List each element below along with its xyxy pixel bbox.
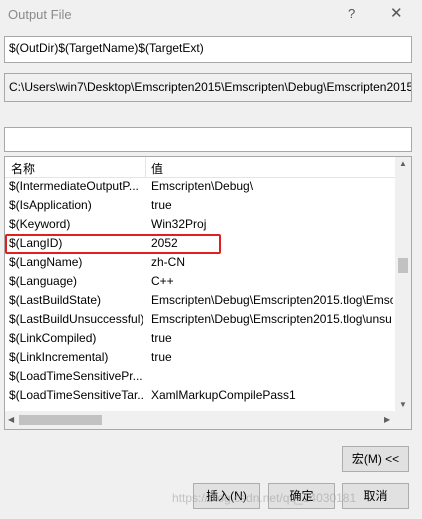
table-row[interactable]: $(IntermediateOutputP... Emscripten\Debug…	[5, 177, 395, 196]
window-title: Output File	[8, 7, 72, 22]
ok-button[interactable]: 确定	[268, 483, 335, 509]
macro-value: true	[151, 198, 172, 212]
macro-name: $(LangName)	[9, 255, 83, 269]
help-icon[interactable]: ?	[348, 6, 355, 21]
macro-name: $(LoadTimeSensitivePr...	[9, 369, 143, 383]
table-row[interactable]: $(LastBuildUnsuccessful) Emscripten\Debug…	[5, 310, 395, 329]
horizontal-scrollbar[interactable]: ◀ ▶	[5, 411, 395, 429]
macro-value: true	[151, 331, 172, 345]
vertical-scrollbar[interactable]: ▲ ▼	[395, 157, 411, 411]
table-row[interactable]: $(LoadTimeSensitiveTar... XamlMarkupCompi…	[5, 386, 395, 405]
column-header-value[interactable]: 值	[151, 160, 163, 177]
table-row[interactable]: $(LastBuildState) Emscripten\Debug\Emscri…	[5, 291, 395, 310]
table-row[interactable]: $(LinkIncremental) true	[5, 348, 395, 367]
macro-grid: 名称 值 $(IntermediateOutputP... Emscripten\…	[4, 156, 412, 430]
scroll-down-icon[interactable]: ▼	[399, 400, 407, 409]
macro-value: Emscripten\Debug\Emscripten2015.tlog\Ems…	[151, 293, 393, 307]
scrollbar-corner	[395, 411, 411, 429]
macro-value: true	[151, 350, 172, 364]
macro-name: $(IntermediateOutputP...	[9, 179, 139, 193]
macro-value: C++	[151, 274, 174, 288]
table-row[interactable]: $(LinkCompiled) true	[5, 329, 395, 348]
macro-name: $(LinkIncremental)	[9, 350, 109, 364]
macro-name: $(IsApplication)	[9, 198, 92, 212]
column-divider[interactable]	[145, 157, 146, 177]
macro-value: Emscripten\Debug\	[151, 179, 254, 193]
table-row[interactable]: $(LoadTimeSensitivePr...	[5, 367, 395, 386]
macro-name: $(LinkCompiled)	[9, 331, 97, 345]
table-row[interactable]: $(Language) C++	[5, 272, 395, 291]
column-header-name[interactable]: 名称	[11, 160, 35, 177]
cancel-button[interactable]: 取消	[342, 483, 409, 509]
highlight-box	[5, 234, 221, 254]
macro-value: Emscripten\Debug\Emscripten2015.tlog\uns…	[151, 312, 392, 326]
table-row[interactable]: $(IsApplication) true	[5, 196, 395, 215]
filter-input[interactable]	[4, 127, 412, 152]
grid-header: 名称 值	[5, 157, 395, 178]
macro-name: $(LoadTimeSensitiveTar...	[9, 388, 143, 402]
macro-name: $(LastBuildUnsuccessful)	[9, 312, 143, 326]
scroll-right-icon[interactable]: ▶	[384, 415, 390, 424]
evaluated-value: C:\Users\win7\Desktop\Emscripten2015\Ems…	[4, 73, 412, 102]
macro-name: $(Language)	[9, 274, 78, 288]
close-icon[interactable]: ✕	[390, 4, 403, 22]
macro-name: $(LastBuildState)	[9, 293, 102, 307]
macro-value: XamlMarkupCompilePass1	[151, 388, 296, 402]
expression-input[interactable]: $(OutDir)$(TargetName)$(TargetExt)	[4, 36, 412, 63]
table-row[interactable]: $(Keyword) Win32Proj	[5, 215, 395, 234]
macro-value: zh-CN	[151, 255, 186, 269]
insert-button[interactable]: 插入(N)	[193, 483, 260, 509]
macro-value: Win32Proj	[151, 217, 207, 231]
scroll-left-icon[interactable]: ◀	[8, 415, 14, 424]
title-bar: Output File ? ✕	[0, 0, 422, 30]
horizontal-scroll-thumb[interactable]	[19, 415, 102, 425]
macro-name: $(Keyword)	[9, 217, 71, 231]
macros-button[interactable]: 宏(M) <<	[342, 446, 409, 472]
table-row[interactable]: $(LangName) zh-CN	[5, 253, 395, 272]
scroll-up-icon[interactable]: ▲	[399, 159, 407, 168]
vertical-scroll-thumb[interactable]	[398, 258, 408, 273]
